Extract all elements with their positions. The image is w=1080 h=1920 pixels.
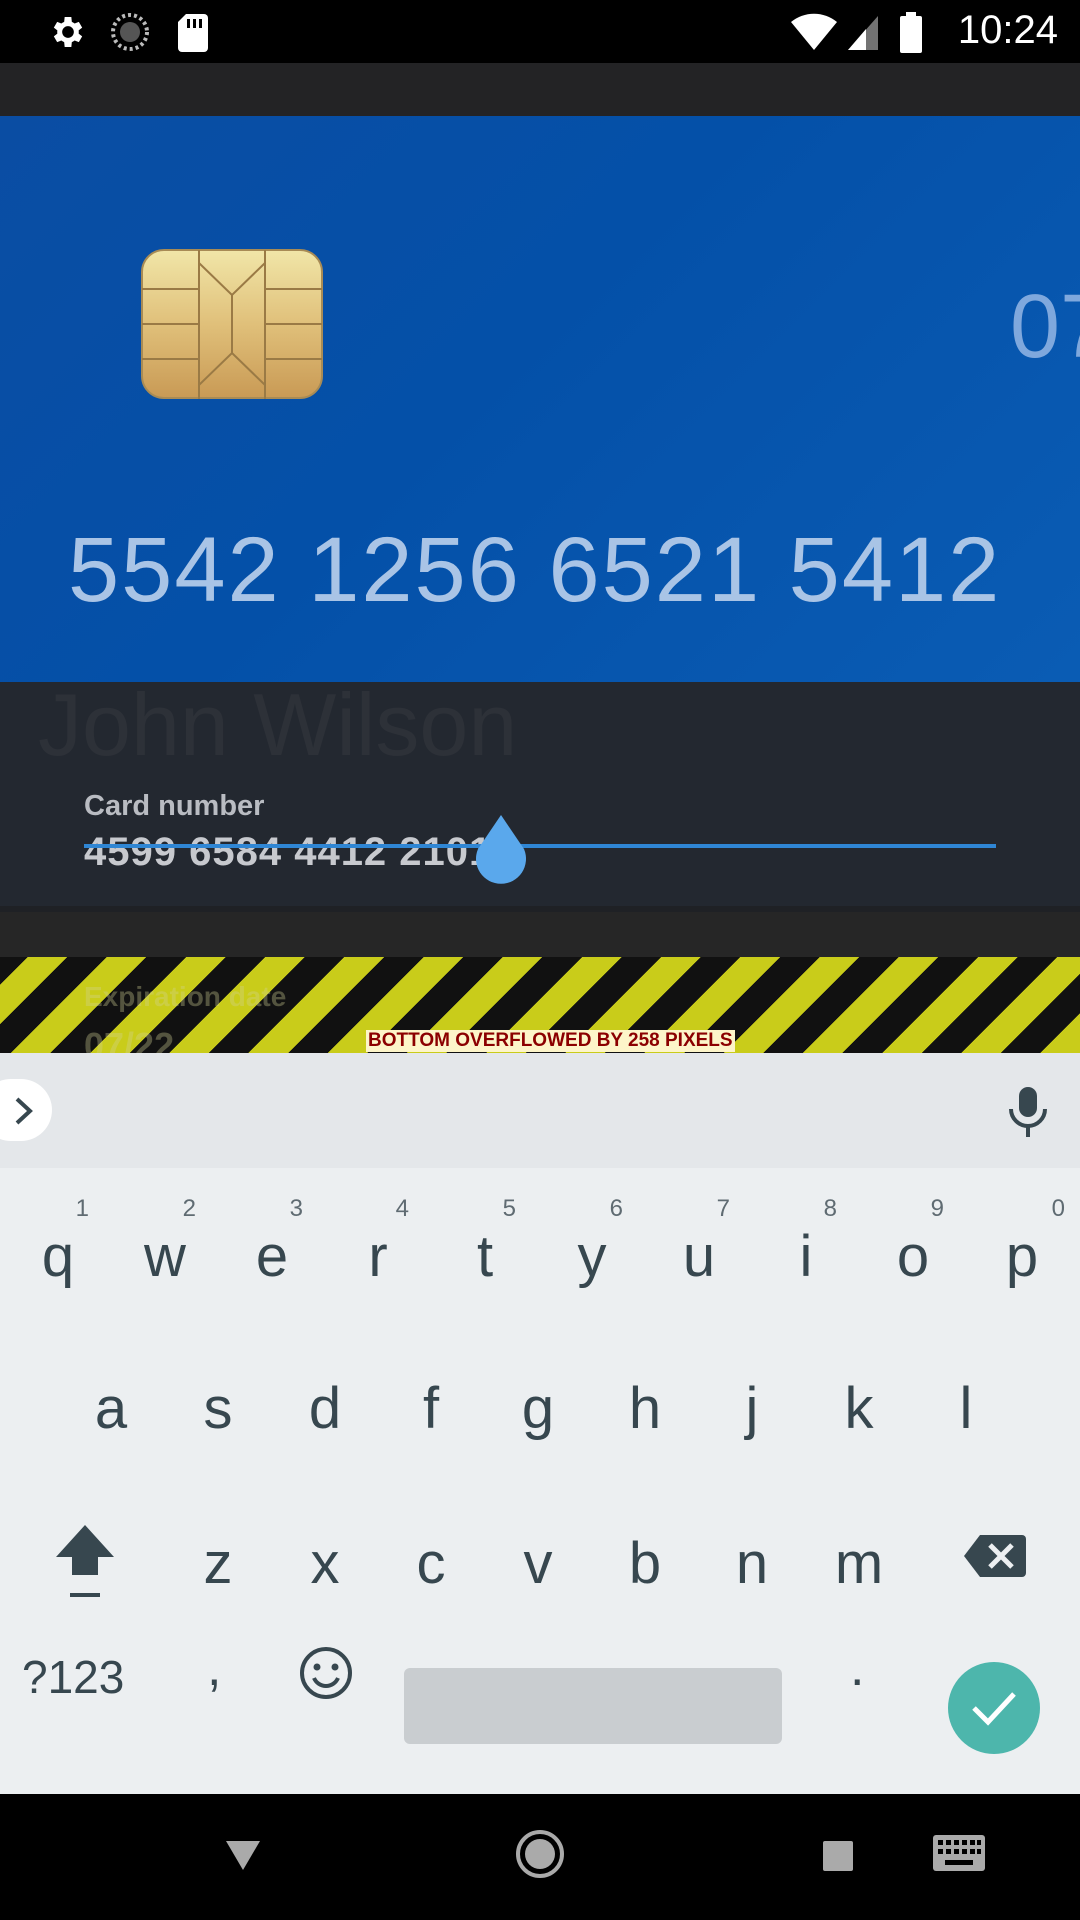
key-d[interactable]: d	[272, 1343, 378, 1471]
signal-icon	[848, 16, 878, 50]
symbols-key[interactable]: ?123	[22, 1650, 124, 1704]
keyboard-switch-icon[interactable]	[932, 1834, 986, 1872]
card-number-preview: 5542 1256 6521 5412	[68, 519, 1002, 621]
card-chip-icon	[141, 249, 323, 399]
emoji-icon[interactable]	[298, 1645, 354, 1701]
card-number-label: Card number	[84, 790, 265, 822]
home-icon[interactable]	[514, 1828, 566, 1880]
done-button[interactable]	[948, 1662, 1040, 1754]
key-c[interactable]: c	[378, 1498, 484, 1626]
shift-icon[interactable]	[54, 1523, 116, 1601]
form-divider	[0, 912, 1080, 957]
credit-card-preview: 07/ 5542 1256 6521 5412	[0, 116, 1080, 682]
sync-icon	[111, 13, 149, 51]
key-q[interactable]: 1q	[5, 1191, 111, 1319]
chevron-right-icon	[15, 1097, 33, 1125]
battery-icon	[900, 12, 922, 53]
back-icon[interactable]	[224, 1838, 262, 1872]
key-x[interactable]: x	[272, 1498, 378, 1626]
key-s[interactable]: s	[165, 1343, 271, 1471]
navigation-bar	[0, 1794, 1080, 1920]
suggestion-strip	[0, 1053, 1080, 1168]
space-bar[interactable]	[404, 1668, 782, 1744]
key-n[interactable]: n	[699, 1498, 805, 1626]
key-k[interactable]: k	[806, 1343, 912, 1471]
overflow-message: BOTTOM OVERFLOWED BY 258 PIXELS	[366, 1030, 735, 1052]
key-r[interactable]: 4r	[325, 1191, 431, 1319]
key-g[interactable]: g	[485, 1343, 591, 1471]
text-cursor-handle[interactable]	[472, 815, 530, 885]
key-l[interactable]: l	[913, 1343, 1019, 1471]
key-w[interactable]: 2w	[112, 1191, 218, 1319]
status-bar: 10:24	[0, 0, 1080, 63]
app-bar	[0, 63, 1080, 116]
key-a[interactable]: a	[58, 1343, 164, 1471]
key-o[interactable]: 9o	[860, 1191, 966, 1319]
card-holder-name: John Wilson	[38, 675, 518, 774]
key-h[interactable]: h	[592, 1343, 698, 1471]
key-e[interactable]: 3e	[219, 1191, 325, 1319]
key-f[interactable]: f	[378, 1343, 484, 1471]
checkmark-icon	[972, 1692, 1016, 1726]
key-m[interactable]: m	[806, 1498, 912, 1626]
clock: 10:24	[957, 8, 1058, 52]
card-number-field[interactable]: 4599 6584 4412 2101	[84, 830, 492, 875]
card-expiry-preview: 07/	[1010, 277, 1080, 377]
key-v[interactable]: v	[485, 1498, 591, 1626]
card-number-underline	[84, 844, 996, 848]
soft-keyboard: 1q 2w 3e 4r 5t 6y 7u 8i 9o 0p a s d f g …	[0, 1053, 1080, 1794]
key-t[interactable]: 5t	[432, 1191, 538, 1319]
card-form: John Wilson Card number 4599 6584 4412 2…	[0, 675, 1080, 906]
settings-icon	[53, 17, 83, 47]
app-content: 07/ 5542 1256 6521 5412 John Wilson Card…	[0, 63, 1080, 1053]
key-b[interactable]: b	[592, 1498, 698, 1626]
key-i[interactable]: 8i	[753, 1191, 859, 1319]
key-period[interactable]: .	[850, 1638, 864, 1698]
expiration-date-field[interactable]: 07/22	[84, 1025, 174, 1053]
recent-apps-icon[interactable]	[822, 1840, 854, 1872]
key-y[interactable]: 6y	[539, 1191, 645, 1319]
key-comma[interactable]: ,	[207, 1638, 221, 1698]
overflow-warning-stripes: Expiration date 07/22 BOTTOM OVERFLOWED …	[0, 957, 1080, 1053]
expand-suggestions-button[interactable]	[0, 1079, 52, 1141]
key-j[interactable]: j	[699, 1343, 805, 1471]
key-u[interactable]: 7u	[646, 1191, 752, 1319]
key-p[interactable]: 0p	[967, 1191, 1077, 1319]
wifi-icon	[791, 13, 837, 50]
sd-card-icon	[178, 14, 208, 52]
backspace-icon[interactable]	[962, 1533, 1028, 1579]
microphone-icon[interactable]	[1004, 1085, 1052, 1139]
key-z[interactable]: z	[165, 1498, 271, 1626]
expiration-date-label: Expiration date	[84, 981, 287, 1012]
